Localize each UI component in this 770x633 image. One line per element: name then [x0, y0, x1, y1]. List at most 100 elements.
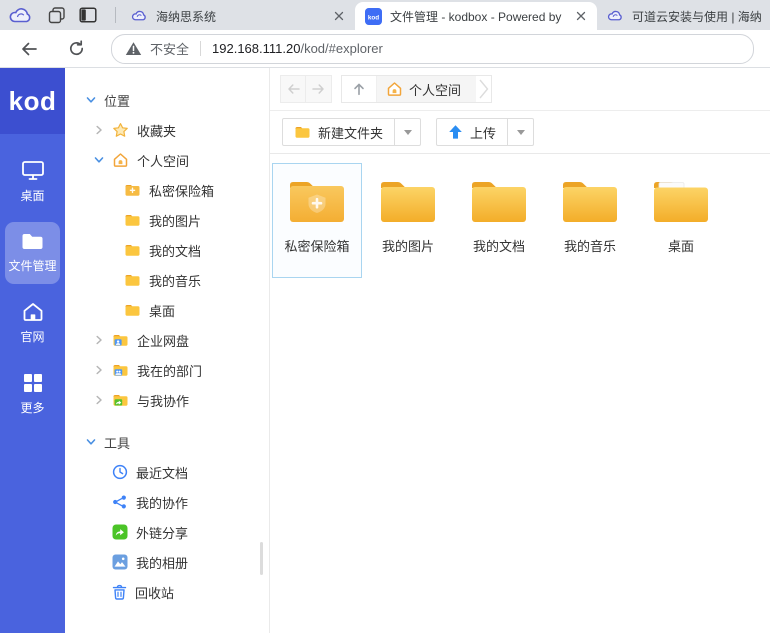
grid-item-label: 我的文档	[473, 236, 525, 255]
history-forward-button[interactable]	[306, 75, 332, 103]
breadcrumb-chevron-icon	[476, 76, 491, 102]
desktop-monitor-icon	[21, 160, 45, 181]
tree-item-favorites[interactable]: 收藏夹	[65, 115, 269, 145]
rail-item-desktop[interactable]: 桌面	[5, 150, 60, 214]
refresh-icon[interactable]	[68, 40, 85, 57]
browser-tab-hinas[interactable]: 海纳思系统	[121, 2, 355, 30]
tree-item-my-department[interactable]: 我在的部门	[65, 355, 269, 385]
tree-item-label: 收藏夹	[137, 121, 176, 140]
folder-icon	[294, 125, 311, 139]
tree-item-enterprise-disk[interactable]: 企业网盘	[65, 325, 269, 355]
tree-item-personal-space[interactable]: 个人空间	[65, 145, 269, 175]
tree-item-label: 我的图片	[149, 211, 201, 230]
tree-section-location[interactable]: 位置	[65, 85, 269, 115]
tree-item-label: 私密保险箱	[149, 181, 214, 200]
history-back-button[interactable]	[280, 75, 306, 103]
chevron-right-icon[interactable]	[93, 364, 105, 376]
tree-item-label: 我在的部门	[137, 361, 202, 380]
grid-item-private-safe[interactable]: 私密保险箱	[272, 163, 362, 278]
folder-icon	[124, 213, 141, 227]
album-icon	[112, 554, 128, 570]
folder-paper-large-icon	[650, 178, 712, 225]
tree-scrollbar-thumb[interactable]	[260, 542, 263, 575]
browser-tab-kodcloud-docs[interactable]: 可道云安装与使用 | 海纳思	[597, 2, 770, 30]
url-path[interactable]: /kod/#explorer	[300, 41, 382, 56]
tree-item-label: 最近文档	[136, 463, 188, 482]
tree-item-external-share[interactable]: 外链分享	[65, 517, 269, 547]
home-icon	[22, 302, 44, 322]
back-icon[interactable]	[20, 41, 38, 57]
grid-item-my-documents[interactable]: 我的文档	[454, 163, 544, 278]
tree-item-recent-documents[interactable]: 最近文档	[65, 457, 269, 487]
trash-icon	[112, 584, 127, 600]
chevron-down-icon[interactable]	[85, 94, 97, 106]
tree-item-label: 与我协作	[137, 391, 189, 410]
kod-favicon-icon: kod	[365, 8, 382, 25]
folder-icon	[124, 273, 141, 287]
tab-close-icon[interactable]	[330, 8, 347, 25]
safe-folder-large-icon	[286, 178, 348, 225]
breadcrumb-label: 个人空间	[409, 80, 461, 99]
address-divider	[200, 41, 201, 56]
home-orange-icon	[112, 152, 129, 168]
grid-item-desktop[interactable]: 桌面	[636, 163, 726, 278]
tree-item-my-album[interactable]: 我的相册	[65, 547, 269, 577]
tree-item-my-music[interactable]: 我的音乐	[65, 265, 269, 295]
breadcrumb-root-segment[interactable]: 个人空间	[377, 76, 476, 102]
tree-section-file-types-clipped[interactable]: 文件类型	[65, 624, 270, 633]
tree-item-label: 我的音乐	[149, 271, 201, 290]
chevron-down-icon[interactable]	[85, 436, 97, 448]
tab-close-icon[interactable]	[572, 8, 589, 25]
tree-item-label: 我的文档	[149, 241, 201, 260]
rail-item-label: 更多	[20, 399, 44, 416]
address-bar[interactable]: 不安全 192.168.111.20/kod/#explorer	[111, 34, 754, 64]
app-rail: kod 桌面 文件管理 官网	[0, 68, 65, 633]
chevron-right-icon[interactable]	[93, 334, 105, 346]
tree-item-my-collaboration[interactable]: 我的协作	[65, 487, 269, 517]
rail-item-official-site[interactable]: 官网	[5, 292, 60, 355]
tree-item-recycle-bin[interactable]: 回收站	[65, 577, 269, 607]
tree-item-label: 桌面	[149, 301, 175, 320]
tree-item-my-pictures[interactable]: 我的图片	[65, 205, 269, 235]
upload-dropdown-button[interactable]	[508, 118, 534, 146]
chevron-down-icon[interactable]	[93, 154, 105, 166]
grid-item-my-music[interactable]: 我的音乐	[545, 163, 635, 278]
tree-item-private-safe[interactable]: 私密保险箱	[65, 175, 269, 205]
grid-item-my-pictures[interactable]: 我的图片	[363, 163, 453, 278]
url-host[interactable]: 192.168.111.20	[212, 41, 300, 56]
new-folder-label: 新建文件夹	[318, 123, 383, 142]
safe-folder-icon	[124, 183, 141, 197]
chevron-right-icon[interactable]	[93, 394, 105, 406]
security-label[interactable]: 不安全	[150, 39, 189, 58]
share-nodes-icon	[112, 494, 128, 510]
tab-groups-icon[interactable]	[47, 6, 66, 25]
browser-logo-cloud-icon[interactable]	[8, 5, 34, 25]
tree-section-label: 位置	[104, 91, 130, 110]
rail-item-more[interactable]: 更多	[5, 363, 60, 426]
folder-icon	[21, 232, 44, 251]
kodbox-app: kod 桌面 文件管理 官网	[0, 68, 770, 633]
star-icon	[112, 122, 129, 138]
rail-item-file-manager[interactable]: 文件管理	[5, 222, 60, 284]
explorer-toolbar: 新建文件夹 上传	[270, 111, 770, 154]
tree-item-shared-with-me[interactable]: 与我协作	[65, 385, 269, 415]
new-folder-button[interactable]: 新建文件夹	[282, 118, 395, 146]
caret-down-icon	[517, 130, 525, 135]
breadcrumb-bar: 个人空间	[270, 68, 770, 111]
browser-toolbar: 不安全 192.168.111.20/kod/#explorer	[0, 30, 770, 68]
tree-item-label: 个人空间	[137, 151, 189, 170]
chevron-right-icon[interactable]	[93, 124, 105, 136]
cloud-favicon-icon	[131, 8, 148, 25]
sidebar-panel-icon[interactable]	[79, 7, 97, 23]
new-folder-dropdown-button[interactable]	[395, 118, 421, 146]
home-orange-icon	[386, 81, 403, 97]
tree-item-my-documents[interactable]: 我的文档	[65, 235, 269, 265]
up-directory-button[interactable]	[342, 76, 377, 102]
kod-logo[interactable]: kod	[0, 68, 65, 134]
tab-title: 可道云安装与使用 | 海纳思	[632, 8, 762, 25]
browser-tab-kodbox-active[interactable]: kod 文件管理 - kodbox - Powered by	[355, 2, 597, 30]
folder-large-icon	[377, 178, 439, 225]
tree-item-desktop-folder[interactable]: 桌面	[65, 295, 269, 325]
upload-button[interactable]: 上传	[436, 118, 508, 146]
tree-section-tools[interactable]: 工具	[65, 427, 269, 457]
